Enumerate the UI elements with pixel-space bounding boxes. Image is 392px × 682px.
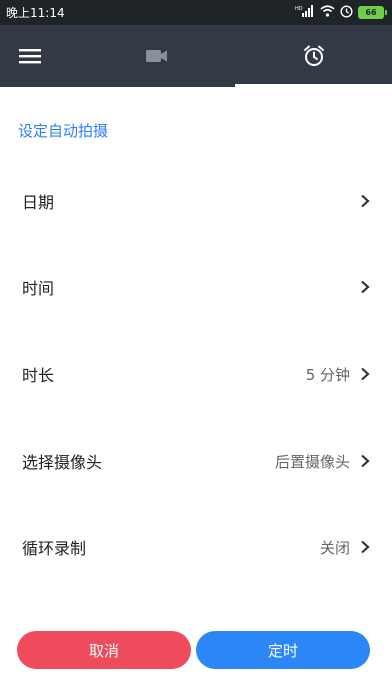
battery-icon: 66 (358, 6, 387, 19)
app-toolbar (0, 25, 392, 87)
wifi-icon (320, 5, 335, 20)
section-title: 设定自动拍摄 (18, 122, 109, 140)
row-time[interactable]: 时间 (0, 257, 392, 317)
battery-level: 66 (365, 8, 377, 17)
chevron-right-icon (361, 454, 370, 468)
row-right (350, 280, 370, 294)
row-value: 5 分钟 (305, 365, 350, 384)
row-right: 后置摄像头 (275, 451, 370, 472)
network-type-label: HD (295, 6, 303, 12)
row-label: 时长 (22, 366, 55, 385)
row-value: 关闭 (319, 538, 350, 557)
chevron-right-icon (361, 280, 370, 294)
row-label: 选择摄像头 (22, 453, 103, 472)
menu-icon (19, 49, 41, 64)
chevron-right-icon (361, 367, 370, 381)
set-timer-button[interactable]: 定时 (196, 631, 370, 669)
row-camera[interactable]: 选择摄像头 后置摄像头 (0, 431, 392, 491)
row-label: 日期 (22, 193, 55, 212)
cancel-button[interactable]: 取消 (17, 631, 191, 669)
alarm-clock-icon (303, 45, 324, 66)
row-label: 循环录制 (22, 539, 87, 558)
row-right: 5 分钟 (306, 364, 370, 385)
row-right (350, 194, 370, 208)
row-right: 关闭 (320, 537, 370, 558)
alarm-status-icon (340, 4, 353, 21)
video-camera-icon (145, 50, 167, 62)
row-duration[interactable]: 时长 5 分钟 (0, 344, 392, 404)
tab-video[interactable] (78, 25, 235, 87)
signal-icon: HD (295, 5, 315, 20)
row-value: 后置摄像头 (274, 452, 350, 471)
row-label: 时间 (22, 279, 55, 298)
menu-button[interactable] (14, 41, 46, 71)
status-icons: HD 66 (295, 4, 387, 21)
row-date[interactable]: 日期 (0, 171, 392, 231)
tab-timer[interactable] (235, 25, 392, 87)
status-bar: 晚上11:14 HD 66 (0, 0, 392, 25)
chevron-right-icon (361, 540, 370, 554)
chevron-right-icon (361, 194, 370, 208)
row-loop-recording[interactable]: 循环录制 关闭 (0, 517, 392, 577)
tab-indicator (235, 84, 392, 87)
status-time: 晚上11:14 (6, 6, 65, 20)
